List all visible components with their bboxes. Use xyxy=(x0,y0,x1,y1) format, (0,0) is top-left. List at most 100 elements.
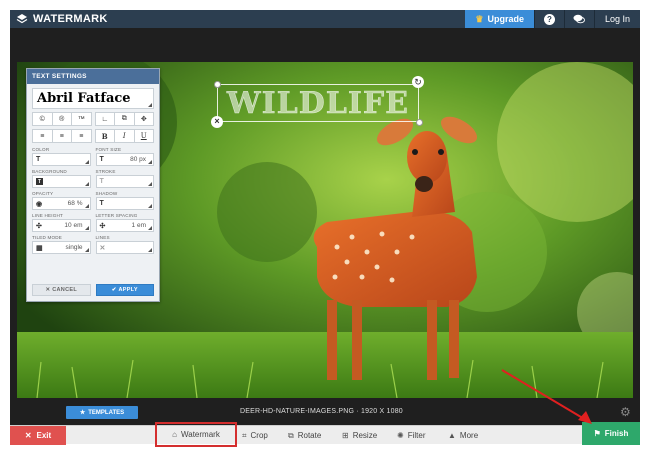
watermark-tool-button[interactable]: ⌂ Watermark xyxy=(155,422,237,447)
apply-button[interactable]: ✔ APPLY xyxy=(95,284,154,296)
more-tool-label: More xyxy=(459,431,479,440)
italic-button[interactable]: I xyxy=(114,129,135,143)
crown-icon: ♛ xyxy=(475,13,484,24)
opacity-field[interactable]: ◉ 68 % xyxy=(32,197,91,210)
eye-icon: ◉ xyxy=(36,200,43,208)
rotate-icon: ⧉ xyxy=(288,430,294,440)
apply-label: APPLY xyxy=(118,287,138,293)
rotate-tool-label: Rotate xyxy=(297,431,322,440)
dropdown-corner-icon xyxy=(84,204,89,208)
gear-icon[interactable]: ⚙ xyxy=(620,406,632,418)
font-size-icon: T xyxy=(99,156,104,163)
upgrade-button[interactable]: ♛ Upgrade xyxy=(465,10,534,28)
cancel-icon: ✕ xyxy=(45,287,53,293)
background-field[interactable]: T xyxy=(32,175,91,188)
crop-icon: ⌗ xyxy=(242,430,247,440)
dropdown-corner-icon xyxy=(84,226,89,230)
help-button[interactable]: ? xyxy=(533,10,564,28)
dropdown-corner-icon xyxy=(148,160,152,164)
rotate-handle-icon[interactable]: ↻ xyxy=(412,76,424,88)
text-color-icon: T xyxy=(36,156,41,163)
align-right-icon[interactable]: ≡ xyxy=(71,129,92,143)
upgrade-label: Upgrade xyxy=(487,14,524,24)
resize-handle-bottom-right[interactable] xyxy=(416,119,423,126)
resize-tool-button[interactable]: ⊞ Resize xyxy=(342,426,377,445)
star-icon: ★ xyxy=(79,410,86,416)
more-tool-button[interactable]: ▲ More xyxy=(448,426,478,445)
format-toolbar: ≡ ≡ ≡ B I U xyxy=(32,129,154,143)
line-height-field[interactable]: ✣ 10 em xyxy=(32,219,91,232)
filter-tool-label: Filter xyxy=(407,431,426,440)
finish-label: Finish xyxy=(604,429,629,438)
cancel-label: CANCEL xyxy=(52,287,77,293)
image-filename: DEER-HD-NATURE-IMAGES.PNG · 1920 X 1080 xyxy=(240,408,403,415)
lines-off-icon: ✕ xyxy=(99,244,106,252)
rotate-tool-button[interactable]: ⧉ Rotate xyxy=(288,426,321,445)
text-path-icon[interactable]: ∟ xyxy=(94,112,115,126)
align-center-icon[interactable]: ≡ xyxy=(51,129,72,143)
resize-handle-top-left[interactable] xyxy=(214,81,221,88)
feedback-button[interactable] xyxy=(563,10,594,28)
login-button[interactable]: Log In xyxy=(593,10,640,28)
align-left-icon[interactable]: ≡ xyxy=(32,129,53,143)
underline-button[interactable]: U xyxy=(133,129,154,143)
dropdown-corner-icon xyxy=(148,248,152,252)
dropdown-corner-icon xyxy=(148,103,152,107)
close-icon: ✕ xyxy=(24,431,32,440)
editor-stage: WILDLIFE ↻ × TEXT SETTINGS Abril Fatface… xyxy=(10,28,640,425)
check-icon: ✔ xyxy=(111,287,119,293)
tiled-mode-field[interactable]: ▦ single xyxy=(32,241,91,254)
copy-icon[interactable]: ⧉ xyxy=(114,112,135,126)
watermark-text-box[interactable]: WILDLIFE xyxy=(217,84,419,122)
line-height-icon: ✣ xyxy=(36,222,42,230)
templates-button[interactable]: ★ TEMPLATES xyxy=(66,406,138,419)
brand-logo[interactable]: WATERMARK xyxy=(10,13,108,25)
brand-name: WATERMARK xyxy=(33,13,108,25)
letter-spacing-icon: ✣ xyxy=(99,222,106,230)
stroke-field[interactable]: T xyxy=(95,175,154,188)
exit-label: Exit xyxy=(36,431,52,440)
copyright-button[interactable]: © xyxy=(32,112,53,126)
font-size-value: 80 px xyxy=(130,156,146,163)
dropdown-corner-icon xyxy=(148,226,152,230)
font-family-select[interactable]: Abril Fatface xyxy=(32,88,154,109)
crop-tool-label: Crop xyxy=(250,431,268,440)
tiled-mode-value: single xyxy=(65,244,83,251)
delete-watermark-icon[interactable]: × xyxy=(211,116,223,128)
finish-button[interactable]: ⚑ Finish xyxy=(582,422,640,445)
letter-spacing-field[interactable]: ✣ 1 em xyxy=(95,219,154,232)
panel-actions: ✕ CANCEL ✔ APPLY xyxy=(32,284,154,296)
cancel-button[interactable]: ✕ CANCEL xyxy=(32,284,91,296)
crop-tool-button[interactable]: ⌗ Crop xyxy=(242,426,268,445)
move-icon[interactable]: ✥ xyxy=(133,112,154,126)
background-swatch-icon: T xyxy=(36,178,43,185)
caret-up-icon: ▲ xyxy=(448,431,456,440)
stroke-icon: T xyxy=(99,178,104,185)
dropdown-corner-icon xyxy=(148,182,152,186)
templates-label: TEMPLATES xyxy=(88,409,125,416)
lines-field[interactable]: ✕ xyxy=(95,241,154,254)
bold-button[interactable]: B xyxy=(94,129,115,143)
settings-grid: COLOR T FONT SIZE T 80 px BACKGROUND T S… xyxy=(32,147,154,254)
shadow-icon: T xyxy=(99,200,104,207)
registered-button[interactable]: ® xyxy=(51,112,72,126)
panel-title: TEXT SETTINGS xyxy=(27,69,159,84)
font-size-field[interactable]: T 80 px xyxy=(95,153,154,166)
letter-spacing-value: 1 em xyxy=(131,222,146,229)
tag-icon: ⌂ xyxy=(172,430,177,439)
bottom-toolbar: ✕ Exit ⌂ Watermark ⌗ Crop ⧉ Rotate ⊞ Res… xyxy=(10,422,640,447)
opacity-value: 68 % xyxy=(67,200,83,207)
dropdown-corner-icon xyxy=(84,248,89,252)
shadow-field[interactable]: T xyxy=(95,197,154,210)
grid-icon: ▦ xyxy=(36,244,43,252)
text-settings-panel: TEXT SETTINGS Abril Fatface © ® ™ ∟ ⧉ ✥ … xyxy=(26,68,160,302)
color-field[interactable]: T xyxy=(32,153,91,166)
chat-icon xyxy=(573,14,586,24)
filter-tool-button[interactable]: ✺ Filter xyxy=(397,426,425,445)
trademark-button[interactable]: ™ xyxy=(71,112,92,126)
exit-button[interactable]: ✕ Exit xyxy=(10,426,66,445)
font-family-value: Abril Fatface xyxy=(37,91,131,106)
top-bar: WATERMARK ♛ Upgrade ? Log In xyxy=(10,10,640,28)
symbol-toolbar: © ® ™ ∟ ⧉ ✥ xyxy=(32,112,154,126)
watermark-tool-label: Watermark xyxy=(181,430,220,439)
